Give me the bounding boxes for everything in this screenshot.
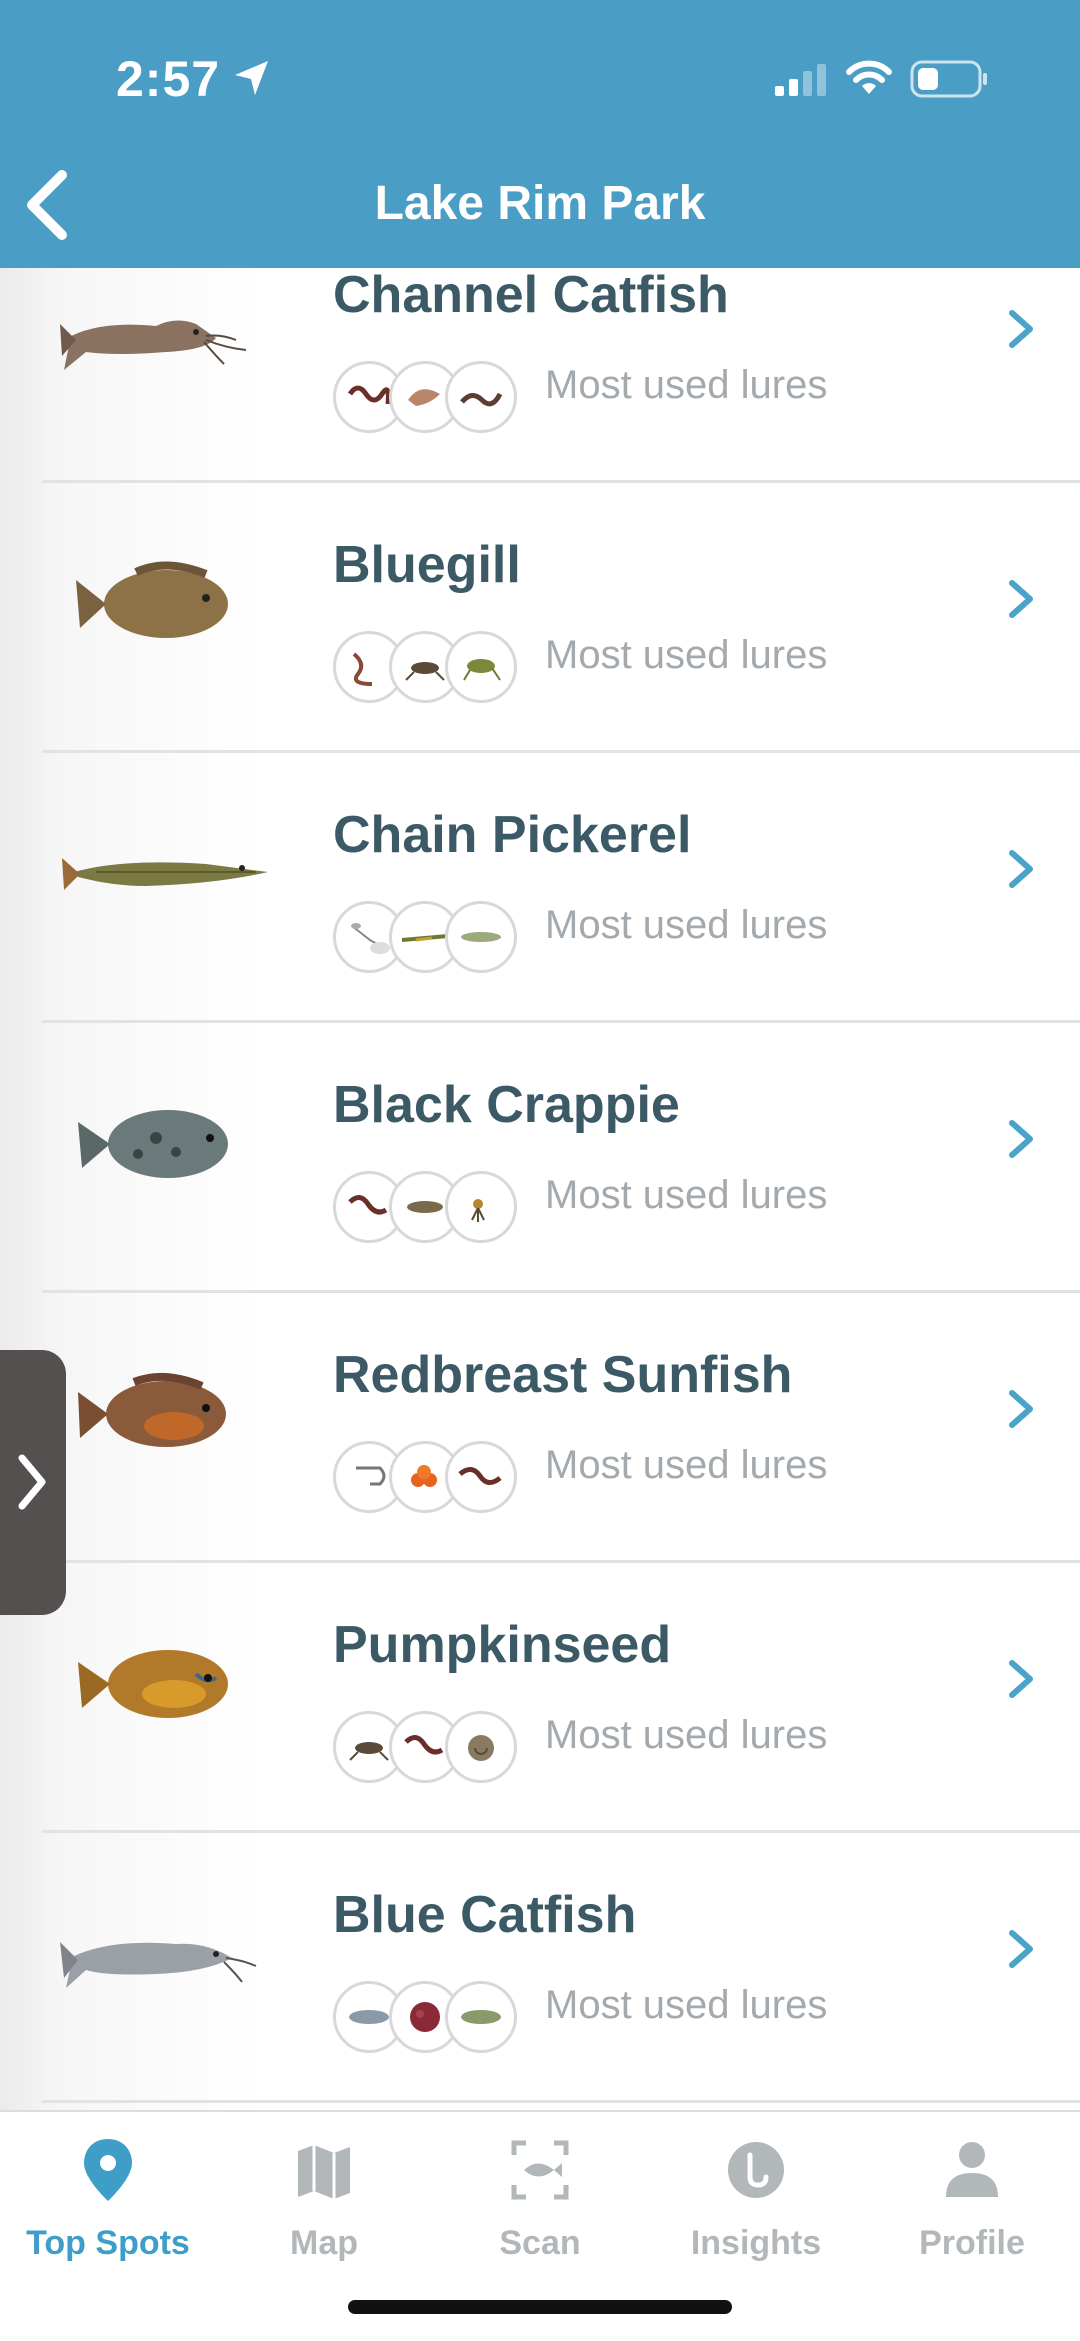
lures-caption: Most used lures (545, 1983, 828, 2027)
bluegill-image (76, 561, 228, 638)
lures-caption: Most used lures (545, 1173, 828, 1217)
tab-map[interactable]: Map (216, 2132, 432, 2262)
fish-name: Bluegill (333, 536, 521, 594)
chevron-right-icon (1009, 850, 1033, 888)
chevron-right-icon (1009, 1930, 1033, 1968)
blue-catfish-image (60, 1942, 257, 1988)
tab-scan[interactable]: Scan (432, 2132, 648, 2262)
jig-icon (445, 1171, 517, 1243)
battery-icon (910, 60, 987, 98)
lure-icons (333, 1981, 523, 2053)
black-crappie-image (78, 1110, 228, 1178)
lures-caption: Most used lures (545, 903, 828, 947)
lures-caption: Most used lures (545, 1443, 828, 1487)
location-arrow-icon (235, 61, 268, 95)
lure-icons (333, 1711, 523, 1783)
chevron-right-icon (1009, 1390, 1033, 1428)
fish-name: Redbreast Sunfish (333, 1346, 793, 1404)
insights-icon (728, 2142, 784, 2198)
tab-label: Map (290, 2224, 358, 2262)
fish-row[interactable]: Black Crappie Most used lures (0, 1023, 1080, 1293)
fish-row[interactable]: Redbreast Sunfish Most used lures (0, 1293, 1080, 1563)
side-drawer-handle[interactable] (0, 1350, 66, 1615)
person-icon (946, 2142, 998, 2197)
fish-row[interactable]: Blue Catfish Most used lures (0, 1833, 1080, 2103)
shad-icon (445, 1981, 517, 2053)
app-header: 2:57 Lake Rim Park (0, 0, 1080, 268)
minnow-lure-icon (445, 901, 517, 973)
map-pin-icon (84, 2139, 132, 2201)
chevron-right-icon (1009, 1660, 1033, 1698)
chevron-right-icon (1009, 580, 1033, 618)
lures-caption: Most used lures (545, 363, 828, 407)
fish-name: Black Crappie (333, 1076, 680, 1134)
fish-row[interactable]: Bluegill Most used lures (0, 483, 1080, 753)
home-indicator (348, 2300, 732, 2314)
fish-row[interactable]: Chain Pickerel Most used lures (0, 753, 1080, 1023)
redbreast-sunfish-image (78, 1372, 226, 1447)
lure-icons (333, 1171, 523, 1243)
fish-name: Channel Catfish (333, 268, 729, 324)
lure-icons (333, 1441, 523, 1513)
fish-row[interactable]: Pumpkinseed Most used lures (0, 1563, 1080, 1833)
tab-label: Top Spots (26, 2224, 190, 2262)
tab-top-spots[interactable]: Top Spots (0, 2132, 216, 2262)
worm-icon (445, 1441, 517, 1513)
pumpkinseed-image (78, 1650, 228, 1718)
tab-insights[interactable]: Insights (648, 2132, 864, 2262)
chevron-right-icon (1009, 310, 1033, 348)
lure-icons (333, 361, 523, 433)
fish-name: Blue Catfish (333, 1886, 637, 1944)
chain-pickerel-image (62, 858, 268, 890)
lures-caption: Most used lures (545, 633, 828, 677)
page-title: Lake Rim Park (374, 177, 706, 230)
snail-icon (445, 1711, 517, 1783)
lures-caption: Most used lures (545, 1713, 828, 1757)
folded-map-icon (298, 2145, 350, 2199)
grasshopper-icon (445, 631, 517, 703)
fish-species-list: Channel Catfish Most used lures Bluegill (0, 268, 1080, 2110)
wifi-icon (846, 60, 892, 94)
lure-icons (333, 631, 523, 703)
tab-profile[interactable]: Profile (864, 2132, 1080, 2262)
tab-label: Profile (919, 2224, 1025, 2262)
chevron-right-icon (1009, 1120, 1033, 1158)
chevron-right-icon (18, 1454, 46, 1510)
channel-catfish-image (60, 320, 247, 370)
tab-label: Insights (690, 2224, 822, 2262)
worm-icon (445, 361, 517, 433)
fish-name: Chain Pickerel (333, 806, 692, 864)
scan-fish-icon (511, 2140, 569, 2200)
fish-row[interactable]: Channel Catfish Most used lures (0, 268, 1080, 483)
lure-icons (333, 901, 523, 973)
cellular-signal-icon (775, 64, 826, 96)
fish-name: Pumpkinseed (333, 1616, 672, 1674)
row-divider (42, 2100, 1080, 2103)
status-time: 2:57 (116, 51, 221, 107)
tab-label: Scan (499, 2224, 581, 2262)
